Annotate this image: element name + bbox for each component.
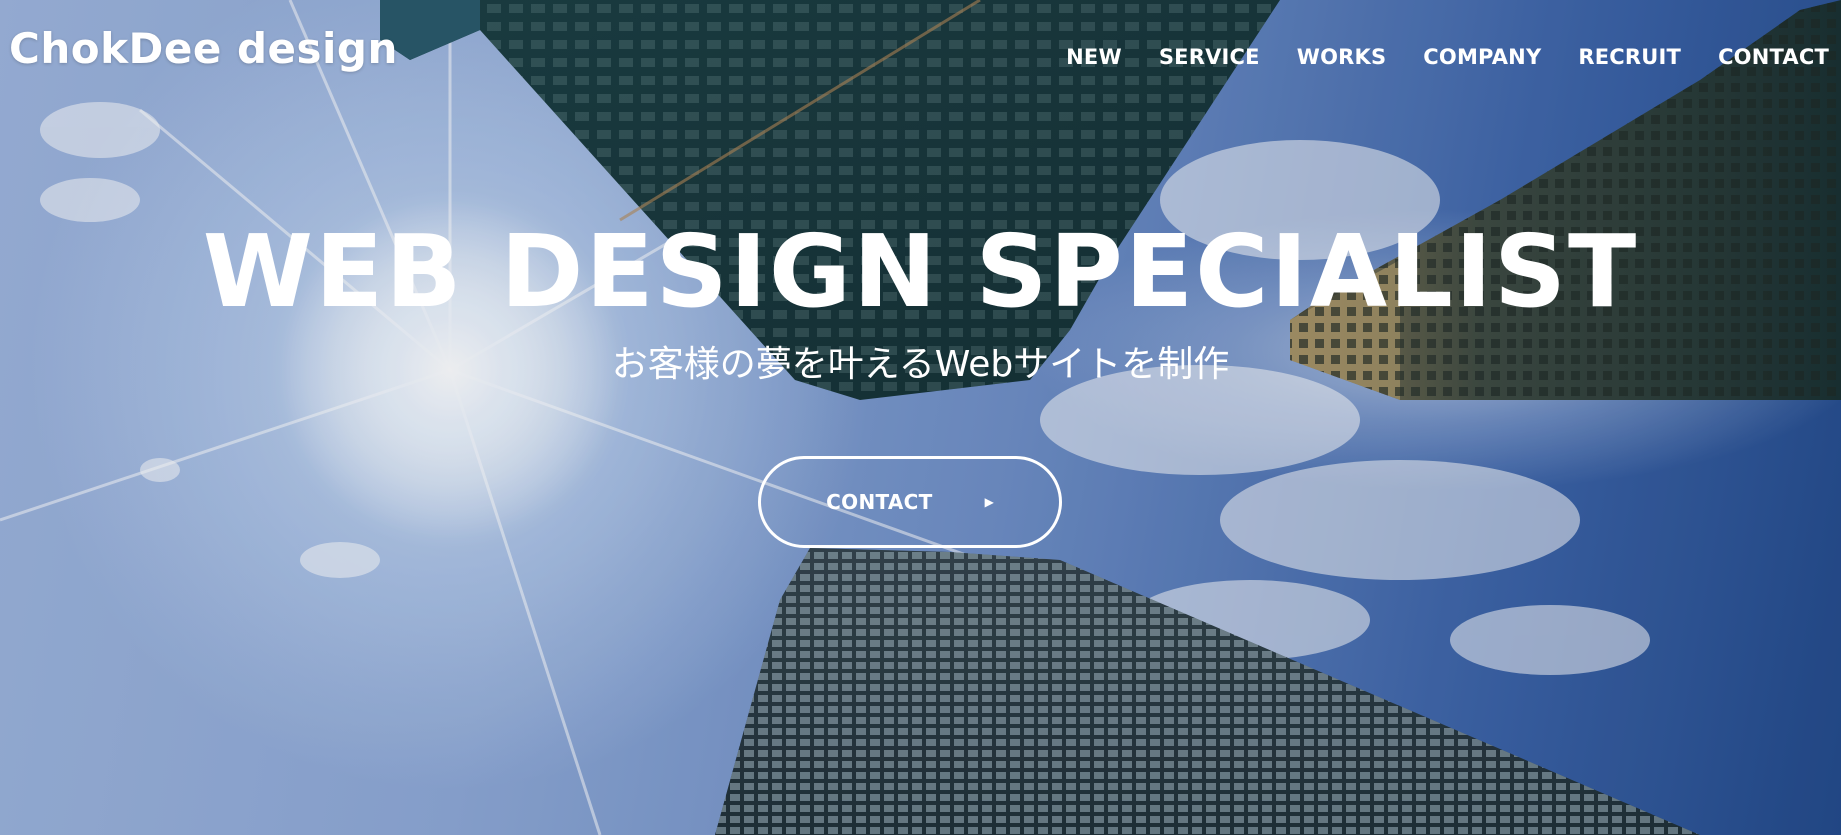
nav-item-contact[interactable]: CONTACT bbox=[1718, 45, 1829, 69]
hero-section: ChokDee design NEW SERVICE WORKS COMPANY… bbox=[0, 0, 1841, 835]
site-logo[interactable]: ChokDee design bbox=[9, 24, 398, 73]
hero-title: WEB DESIGN SPECIALIST bbox=[202, 213, 1639, 330]
site-header: ChokDee design NEW SERVICE WORKS COMPANY… bbox=[0, 0, 1841, 110]
play-triangle-icon: ▶ bbox=[984, 495, 994, 509]
contact-cta-button[interactable]: CONTACT ▶ bbox=[758, 456, 1062, 548]
hero-subtitle: お客様の夢を叶えるWebサイトを制作 bbox=[611, 344, 1230, 385]
hero-background-image bbox=[0, 0, 1841, 835]
nav-item-works[interactable]: WORKS bbox=[1297, 45, 1387, 69]
cta-label: CONTACT bbox=[826, 490, 933, 514]
main-nav: NEW SERVICE WORKS COMPANY RECRUIT CONTAC… bbox=[1029, 45, 1829, 69]
nav-item-company[interactable]: COMPANY bbox=[1423, 45, 1541, 69]
nav-item-new[interactable]: NEW bbox=[1066, 45, 1122, 69]
nav-item-service[interactable]: SERVICE bbox=[1159, 45, 1260, 69]
nav-item-recruit[interactable]: RECRUIT bbox=[1578, 45, 1681, 69]
